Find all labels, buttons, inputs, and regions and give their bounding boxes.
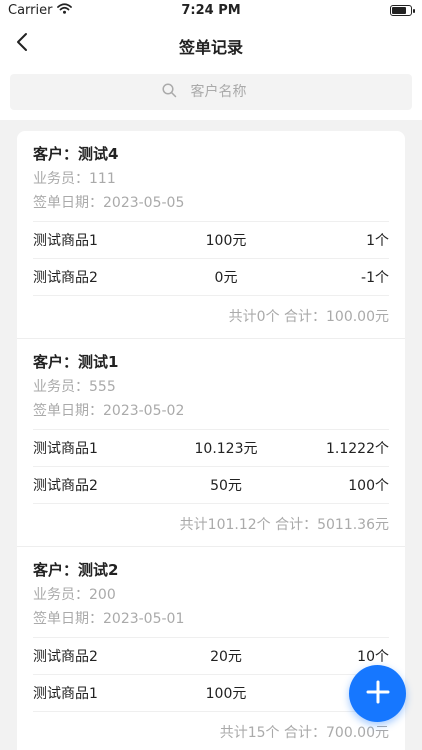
plus-icon (365, 679, 391, 709)
item-name: 测试商品1 (33, 441, 98, 457)
sign-date: 签单日期：2023-05-01 (33, 611, 185, 627)
salesperson: 业务员：555 (33, 379, 116, 395)
item-price: 0元 (214, 270, 238, 286)
item-price: 20元 (210, 649, 242, 665)
customer-name: 客户：测试2 (33, 561, 119, 579)
customer-name: 客户：测试4 (33, 145, 119, 163)
item-name: 测试商品2 (33, 478, 98, 494)
record-card[interactable]: 客户：测试4 业务员：111 签单日期：2023-05-05 测试商品1 100… (17, 131, 405, 339)
item-price: 50元 (210, 478, 242, 494)
item-row: 测试商品2 0元 -1个 (33, 258, 389, 295)
record-card[interactable]: 客户：测试1 业务员：555 签单日期：2023-05-02 测试商品1 10.… (17, 339, 405, 547)
item-table: 测试商品1 10.123元 1.1222个 测试商品2 50元 100个 (33, 429, 389, 503)
status-bar: Carrier 7:24 PM (0, 0, 422, 22)
item-qty: 100个 (348, 478, 389, 494)
item-name: 测试商品1 (33, 233, 98, 249)
item-price: 10.123元 (194, 441, 258, 457)
item-qty: -1个 (361, 270, 389, 286)
item-row: 测试商品2 50元 100个 (33, 466, 389, 503)
salesperson: 业务员：200 (33, 587, 116, 603)
item-price: 100元 (205, 686, 247, 702)
item-table: 测试商品1 100元 1个 测试商品2 0元 -1个 (33, 221, 389, 295)
search-icon (161, 82, 177, 102)
item-name: 测试商品2 (33, 649, 98, 665)
search-bar (0, 66, 422, 120)
customer-name: 客户：测试1 (33, 353, 119, 371)
item-qty: 1个 (366, 233, 389, 249)
add-record-button[interactable] (349, 665, 406, 722)
item-price: 100元 (205, 233, 247, 249)
item-row: 测试商品1 100元 1个 (33, 221, 389, 258)
item-qty: 10个 (357, 649, 389, 665)
item-qty: 1.1222个 (326, 441, 389, 457)
item-row: 测试商品2 20元 10个 (33, 637, 389, 674)
nav-bar: 签单记录 (0, 22, 422, 66)
item-name: 测试商品2 (33, 270, 98, 286)
salesperson: 业务员：111 (33, 171, 116, 187)
status-time: 7:24 PM (181, 3, 241, 18)
page-title: 签单记录 (178, 38, 243, 57)
record-card[interactable]: 客户：测试2 业务员：200 签单日期：2023-05-01 测试商品2 20元… (17, 547, 405, 750)
sign-date: 签单日期：2023-05-02 (33, 403, 185, 419)
battery-fill (392, 7, 406, 14)
item-row: 测试商品1 10.123元 1.1222个 (33, 429, 389, 466)
item-name: 测试商品1 (33, 686, 98, 702)
item-table: 测试商品2 20元 10个 测试商品1 100元 (33, 637, 389, 711)
record-summary: 共计15个 合计：700.00元 (33, 711, 389, 750)
record-summary: 共计0个 合计：100.00元 (33, 295, 389, 338)
record-list[interactable]: 客户：测试4 业务员：111 签单日期：2023-05-05 测试商品1 100… (17, 131, 405, 750)
item-row: 测试商品1 100元 (33, 674, 389, 711)
sign-date: 签单日期：2023-05-05 (33, 195, 185, 211)
record-summary: 共计101.12个 合计：5011.36元 (33, 503, 389, 546)
battery-icon (390, 5, 415, 16)
search-box[interactable] (10, 74, 412, 110)
search-input[interactable] (190, 84, 261, 100)
